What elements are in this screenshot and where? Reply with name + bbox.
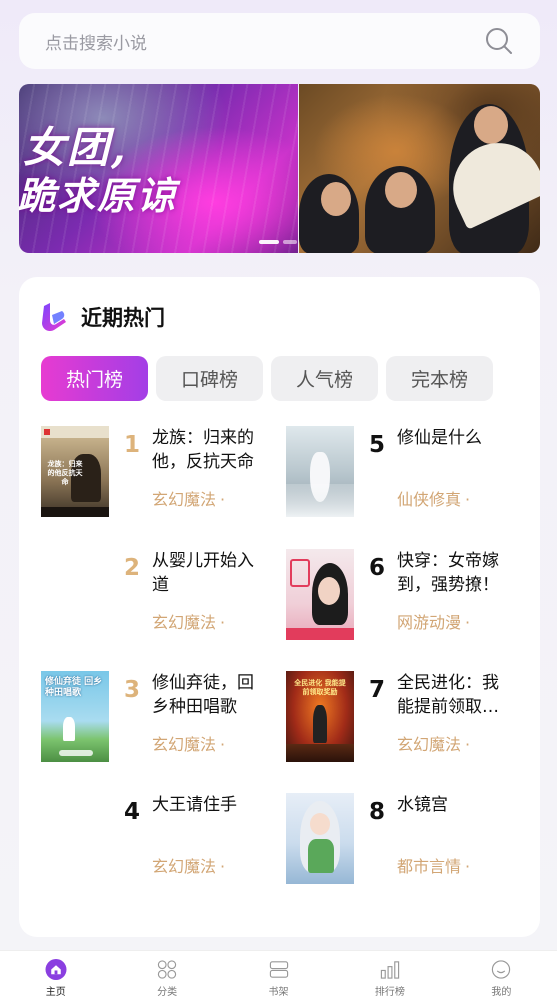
book-cover[interactable] [286, 549, 354, 640]
search-icon[interactable] [484, 26, 514, 56]
book-item[interactable]: 全民进化 我能提前领取奖励 7 全民进化：我能提前领取奖励 玄幻魔法· [286, 671, 526, 763]
carousel-indicator [259, 240, 297, 244]
book-cover[interactable] [286, 793, 354, 884]
banner-slide-girl-group[interactable]: 女团, 跪求原谅 [19, 84, 299, 253]
tab-label: 书架 [268, 987, 289, 998]
book-genre: 仙侠修真 · [397, 490, 471, 509]
book-genre: 都市言情 · [397, 857, 471, 876]
section-title: 近期热门 [81, 306, 165, 330]
banner-title-line1: 女团, [23, 123, 128, 172]
book-genre: 玄幻魔法 · [152, 490, 226, 509]
banner-title-line2: 跪求原谅 [19, 173, 178, 218]
rank-number: 2 [123, 555, 140, 581]
tab-hot[interactable]: 热门榜 [41, 356, 148, 401]
book-title[interactable]: 大王请住手 [152, 793, 270, 817]
banner-carousel[interactable]: 女团, 跪求原谅 [19, 84, 540, 253]
hot-logo-icon [42, 303, 66, 331]
book-item[interactable]: 修仙弃徒 回乡种田唱歌 3 修仙弃徒，回乡种田唱歌 玄幻魔法 · [41, 671, 281, 763]
tab-bookshelf[interactable]: 书架 [223, 951, 334, 998]
rank-number: 1 [123, 432, 140, 458]
book-title[interactable]: 修仙弃徒，回乡种田唱歌 [152, 671, 270, 719]
rank-number: 7 [368, 677, 385, 703]
banner-slide-title: 女团, 跪求原谅 [19, 123, 177, 220]
carousel-dot [283, 240, 297, 244]
tab-ranking[interactable]: 排行榜 [334, 951, 445, 998]
rank-number: 6 [368, 555, 385, 581]
tab-label: 分类 [157, 987, 178, 998]
carousel-dot-active [259, 240, 279, 244]
book-genre: 玄幻魔法 · [152, 613, 226, 632]
rank-number: 4 [123, 799, 140, 825]
book-item[interactable]: 5 修仙是什么 仙侠修真 · [286, 426, 526, 518]
tab-profile[interactable]: 我的 [446, 951, 557, 998]
book-item[interactable]: 6 快穿：女帝嫁到，强势撩！ 网游动漫 · [286, 549, 526, 641]
tab-category[interactable]: 分类 [111, 951, 222, 998]
book-title[interactable]: 快穿：女帝嫁到，强势撩！ [397, 549, 515, 597]
book-genre: 玄幻魔法 · [152, 735, 226, 754]
search-bar[interactable]: 点击搜索小说 [19, 13, 540, 69]
bottom-tab-bar: 主页 分类 书架 排行榜 我的 [0, 950, 557, 998]
rank-number: 8 [368, 799, 385, 825]
search-input[interactable]: 点击搜索小说 [45, 29, 484, 54]
book-item[interactable]: 4 大王请住手 玄幻魔法 · [41, 793, 281, 885]
book-item[interactable]: 龙族：归来的他反抗天命 1 龙族：归来的他，反抗天命 玄幻魔法 · [41, 426, 281, 518]
tab-completed[interactable]: 完本榜 [386, 356, 493, 401]
home-icon [45, 959, 67, 980]
book-item[interactable]: 8 水镜宫 都市言情 · [286, 793, 526, 885]
book-cover[interactable] [286, 426, 354, 517]
book-genre: 玄幻魔法 · [152, 857, 226, 876]
book-cover[interactable]: 修仙弃徒 回乡种田唱歌 [41, 671, 109, 762]
rank-number: 3 [123, 677, 140, 703]
tab-reputation[interactable]: 口碑榜 [156, 356, 263, 401]
tab-label: 排行榜 [374, 987, 405, 998]
book-title[interactable]: 全民进化：我能提前领取奖励 [397, 671, 515, 719]
ranking-icon [380, 961, 400, 979]
cover-title: 龙族：归来的他反抗天命 [47, 460, 83, 486]
book-title[interactable]: 水镜宫 [397, 793, 515, 817]
hot-section: 近期热门 热门榜 口碑榜 人气榜 完本榜 龙族：归来的他反抗天命 1 龙族：归来… [19, 277, 540, 937]
book-title[interactable]: 龙族：归来的他，反抗天命 [152, 426, 270, 474]
book-title[interactable]: 从婴儿开始入道 [152, 549, 270, 597]
cover-title: 修仙弃徒 回乡种田唱歌 [45, 677, 103, 698]
rank-tabs: 热门榜 口碑榜 人气榜 完本榜 [41, 356, 493, 401]
rank-number: 5 [368, 432, 385, 458]
bookshelf-icon [269, 961, 288, 978]
book-cover[interactable]: 全民进化 我能提前领取奖励 [286, 671, 354, 762]
book-title[interactable]: 修仙是什么 [397, 426, 515, 450]
tab-label: 主页 [45, 987, 66, 998]
book-cover[interactable]: 龙族：归来的他反抗天命 [41, 426, 109, 517]
tab-popularity[interactable]: 人气榜 [271, 356, 378, 401]
book-genre: 网游动漫 · [397, 613, 471, 632]
profile-icon [492, 960, 511, 979]
cover-title: 全民进化 我能提前领取奖励 [294, 679, 346, 696]
book-item[interactable]: 2 从婴儿开始入道 玄幻魔法 · [41, 549, 281, 641]
tab-home[interactable]: 主页 [0, 951, 111, 998]
banner-slide-teahouse[interactable] [299, 84, 540, 253]
book-genre: 玄幻魔法 · [397, 735, 471, 754]
tab-label: 我的 [491, 987, 512, 998]
category-icon [157, 960, 177, 979]
